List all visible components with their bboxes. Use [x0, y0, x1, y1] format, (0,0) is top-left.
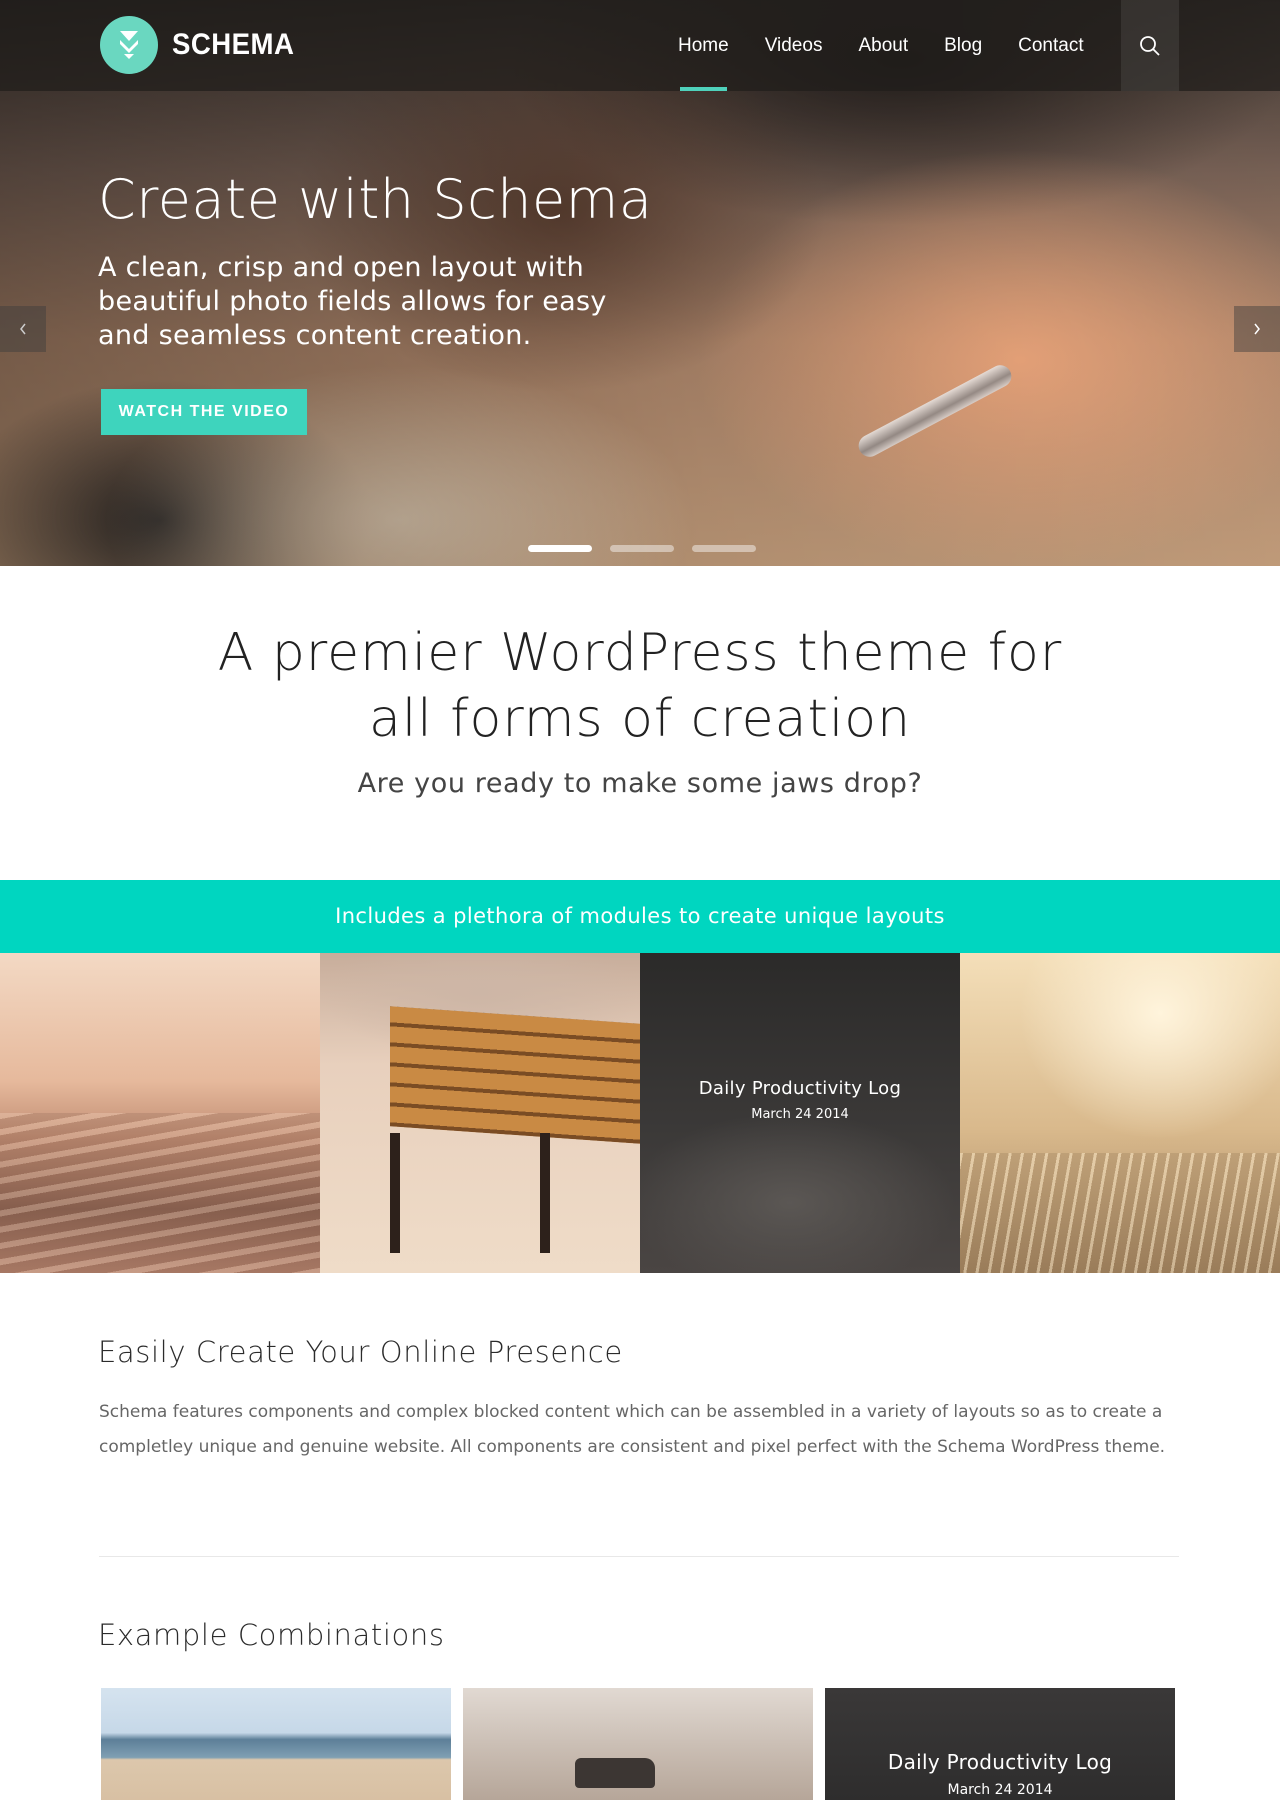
- search-button[interactable]: [1121, 0, 1179, 91]
- combinations-title: Example Combinations: [98, 1618, 445, 1652]
- slider-dot-2[interactable]: [610, 545, 674, 552]
- gallery-tile-laptop[interactable]: Daily Productivity Log March 24 2014: [640, 953, 960, 1273]
- chevron-right-icon: [1254, 323, 1260, 335]
- nav-item-contact[interactable]: Contact: [1000, 0, 1101, 91]
- nav-item-about[interactable]: About: [840, 0, 926, 91]
- slider-next-button[interactable]: [1234, 306, 1280, 352]
- slider-dot-3[interactable]: [692, 545, 756, 552]
- slider-prev-button[interactable]: [0, 306, 46, 352]
- combination-card-desert[interactable]: [463, 1688, 813, 1800]
- nav-item-videos[interactable]: Videos: [747, 0, 841, 91]
- combination-card-productivity[interactable]: Daily Productivity Log March 24 2014: [825, 1688, 1175, 1800]
- slider-dots: [528, 545, 756, 552]
- tile-caption-title: Daily Productivity Log: [698, 1078, 902, 1099]
- search-icon: [1140, 35, 1160, 56]
- modules-banner: Includes a plethora of modules to create…: [0, 880, 1280, 953]
- gallery-tile-bench[interactable]: [320, 953, 640, 1273]
- hero-slider: SCHEMA Home Videos About Blog Contact Cr…: [0, 0, 1280, 566]
- intro-subtitle: Are you ready to make some jaws drop?: [357, 768, 923, 799]
- card-caption-title: Daily Productivity Log: [887, 1750, 1113, 1774]
- section-divider: [99, 1556, 1179, 1557]
- gallery-tile-sea[interactable]: [0, 953, 320, 1273]
- hero-subtitle: A clean, crisp and open layout with beau…: [98, 252, 607, 351]
- main-nav: Home Videos About Blog Contact: [660, 0, 1102, 91]
- card-caption-date: March 24 2014: [947, 1782, 1053, 1798]
- intro-section: A premier WordPress theme for all forms …: [0, 620, 1280, 799]
- watch-video-button[interactable]: WATCH THE VIDEO: [101, 389, 307, 435]
- bench-leg: [540, 1133, 550, 1253]
- chevron-left-icon: [20, 323, 26, 335]
- tile-caption: Daily Productivity Log March 24 2014: [640, 1078, 960, 1122]
- pen-graphic: [854, 361, 1016, 461]
- combination-card-beach[interactable]: [101, 1688, 451, 1800]
- logo-icon: [100, 16, 158, 74]
- nav-item-home[interactable]: Home: [660, 0, 747, 91]
- presence-title: Easily Create Your Online Presence: [98, 1335, 623, 1369]
- top-navbar: SCHEMA Home Videos About Blog Contact: [0, 0, 1280, 91]
- bench-graphic: [390, 1006, 640, 1144]
- site-logo[interactable]: SCHEMA: [100, 16, 305, 74]
- bench-leg: [390, 1133, 400, 1253]
- intro-title: A premier WordPress theme for all forms …: [217, 623, 1063, 749]
- card-caption: Daily Productivity Log March 24 2014: [825, 1750, 1175, 1798]
- nav-item-blog[interactable]: Blog: [926, 0, 1000, 91]
- hero-title: Create with Schema: [98, 168, 653, 231]
- tile-caption-date: March 24 2014: [751, 1107, 849, 1122]
- hero-content: Create with Schema A clean, crisp and op…: [98, 168, 718, 353]
- slider-dot-1[interactable]: [528, 545, 592, 552]
- logo-text: SCHEMA: [172, 28, 295, 61]
- presence-body: Schema features components and complex b…: [99, 1402, 1166, 1457]
- photo-gallery: Daily Productivity Log March 24 2014: [0, 953, 1280, 1273]
- combination-cards: Daily Productivity Log March 24 2014: [101, 1688, 1175, 1800]
- gallery-tile-grass[interactable]: [960, 953, 1280, 1273]
